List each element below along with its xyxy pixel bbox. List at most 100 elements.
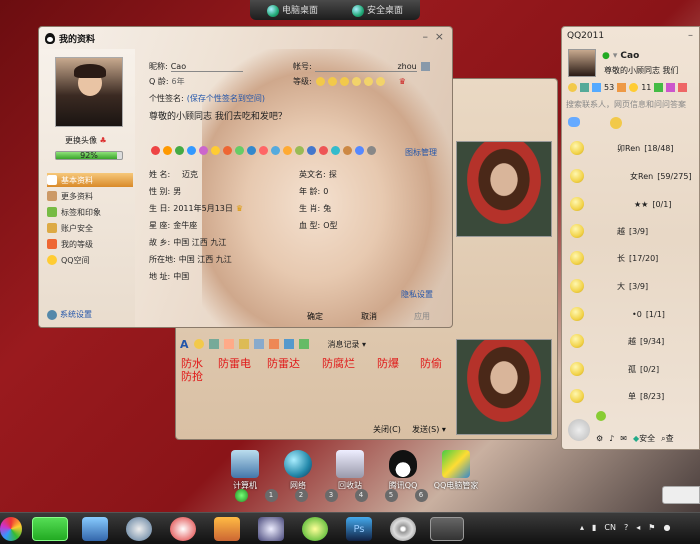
media-player-icon[interactable]: [390, 517, 416, 541]
message-record-button[interactable]: 消息记录 ▾: [328, 339, 367, 350]
group-row[interactable]: •0 [1/1]: [562, 303, 699, 325]
cloud-icon[interactable]: [331, 146, 340, 155]
group-row[interactable]: 女Ren [59/275]: [562, 165, 699, 187]
volume-icon[interactable]: ◂: [636, 523, 640, 532]
weibo-icon[interactable]: [580, 83, 589, 92]
flag-icon[interactable]: ⚑: [648, 523, 655, 532]
friend-icon[interactable]: [617, 83, 627, 92]
more-icon[interactable]: [298, 339, 309, 349]
app-icon[interactable]: [258, 517, 284, 541]
qqshow-icon[interactable]: [163, 146, 172, 155]
game-icon[interactable]: [175, 146, 184, 155]
qzone-icon[interactable]: [568, 83, 577, 92]
screenshot-icon[interactable]: [268, 339, 279, 349]
game-icon[interactable]: [678, 83, 688, 92]
kugou-icon[interactable]: [126, 517, 152, 541]
page-dot[interactable]: 4: [354, 488, 368, 502]
side-widget[interactable]: [662, 486, 700, 504]
nav-account-security[interactable]: 账户安全: [47, 221, 133, 235]
avatar[interactable]: [568, 49, 596, 77]
star-icon[interactable]: [629, 83, 639, 92]
start-icon[interactable]: [0, 517, 22, 541]
music-icon[interactable]: [666, 83, 676, 92]
group-row[interactable]: 单 [8/23]: [562, 385, 699, 407]
vip-icon[interactable]: ♛: [399, 77, 406, 86]
music-icon[interactable]: [199, 146, 208, 155]
ok-button[interactable]: 确定: [307, 311, 323, 322]
safe-button[interactable]: ◆安全: [633, 433, 655, 444]
page-dot[interactable]: 3: [324, 488, 338, 502]
group-row[interactable]: 卯Ren [18/48]: [562, 137, 699, 159]
privacy-settings-link[interactable]: 隐私设置: [401, 289, 433, 300]
nav-my-level[interactable]: 我的等级: [47, 237, 133, 251]
more-icon[interactable]: [367, 146, 376, 155]
nav-basic-info[interactable]: 基本资料: [47, 173, 133, 187]
pen-icon[interactable]: [355, 146, 364, 155]
chevron-up-icon[interactable]: ▴: [580, 523, 584, 532]
system-settings-link[interactable]: 系统设置: [47, 309, 92, 320]
search-input[interactable]: 搜索联系人，网页信息和问问答案: [566, 99, 699, 113]
app-cube-icon[interactable]: [82, 517, 108, 541]
file-icon[interactable]: [283, 339, 294, 349]
language-indicator[interactable]: CN: [604, 523, 616, 532]
windows-orb-icon[interactable]: [234, 488, 248, 502]
group-row[interactable]: 长 [17/20]: [562, 247, 699, 269]
main-menu-button[interactable]: [568, 419, 590, 441]
copy-icon[interactable]: [420, 62, 430, 71]
qq-tray-icon[interactable]: ●: [663, 523, 670, 532]
ie-icon[interactable]: [32, 517, 68, 541]
group-row[interactable]: 越 [9/34]: [562, 330, 699, 352]
desktop-tab-normal[interactable]: 电脑桌面: [266, 3, 318, 17]
qq-game-icon[interactable]: [214, 517, 240, 541]
avatar[interactable]: [55, 57, 123, 127]
icon-manage-link[interactable]: 图标管理: [405, 147, 437, 158]
app-icon[interactable]: [654, 83, 664, 92]
sun-icon[interactable]: [283, 146, 292, 155]
gift-icon[interactable]: [238, 339, 249, 349]
my-signature[interactable]: 尊敬的小顾同志 我们: [604, 65, 679, 76]
app-icon[interactable]: [596, 411, 606, 421]
nav-tags[interactable]: 标签和印象: [47, 205, 133, 219]
heart-icon[interactable]: [151, 146, 160, 155]
nav-qzone[interactable]: QQ空间: [47, 253, 133, 267]
photoshop-icon[interactable]: Ps: [346, 517, 372, 541]
group-row[interactable]: 孤 [0/2]: [562, 358, 699, 380]
group-row[interactable]: ★★ [0/1]: [562, 193, 699, 215]
page-dot[interactable]: 2: [294, 488, 308, 502]
shake-icon[interactable]: [208, 339, 219, 349]
nav-more-info[interactable]: 更多资料: [47, 189, 133, 203]
chat-bubble-icon[interactable]: [568, 117, 580, 127]
close-icon[interactable]: ×: [435, 30, 444, 43]
minimize-icon[interactable]: –: [688, 30, 693, 41]
network-status-icon[interactable]: ▮: [592, 523, 596, 532]
speed-icon[interactable]: [319, 146, 328, 155]
change-avatar-link[interactable]: 更换头像 ♣: [65, 135, 107, 146]
desktop-tab-safe[interactable]: 安全桌面: [351, 3, 403, 17]
page-dot[interactable]: 6: [414, 488, 428, 502]
font-icon[interactable]: A: [180, 338, 189, 351]
weibo-icon[interactable]: [247, 146, 256, 155]
phone-icon[interactable]: [307, 146, 316, 155]
music-icon[interactable]: [223, 339, 234, 349]
minimize-icon[interactable]: –: [423, 30, 429, 43]
nickname-field[interactable]: Cao: [170, 62, 243, 72]
browser-icon[interactable]: [302, 517, 328, 541]
signature-text[interactable]: 尊敬的小顾同志 我们去吃和发吧？: [149, 109, 287, 122]
search-button[interactable]: ⌕查: [661, 433, 673, 444]
pet-icon[interactable]: [211, 146, 220, 155]
chevron-down-icon[interactable]: ▾: [613, 51, 618, 61]
leaf-icon[interactable]: [295, 146, 304, 155]
mail-icon[interactable]: [223, 146, 232, 155]
message-icon[interactable]: ✉: [620, 434, 627, 443]
farm-icon[interactable]: [235, 146, 244, 155]
video-icon[interactable]: [271, 146, 280, 155]
contacts-tab-icon[interactable]: [610, 117, 622, 129]
wallet-icon[interactable]: [343, 146, 352, 155]
group-row[interactable]: 大 [3/9]: [562, 275, 699, 297]
qzone-icon[interactable]: [187, 146, 196, 155]
gear-icon[interactable]: ⚙: [596, 434, 603, 443]
mail-icon[interactable]: [592, 83, 601, 92]
page-dot[interactable]: 1: [264, 488, 278, 502]
page-dot[interactable]: 5: [384, 488, 398, 502]
cancel-button[interactable]: 取消: [361, 311, 377, 322]
